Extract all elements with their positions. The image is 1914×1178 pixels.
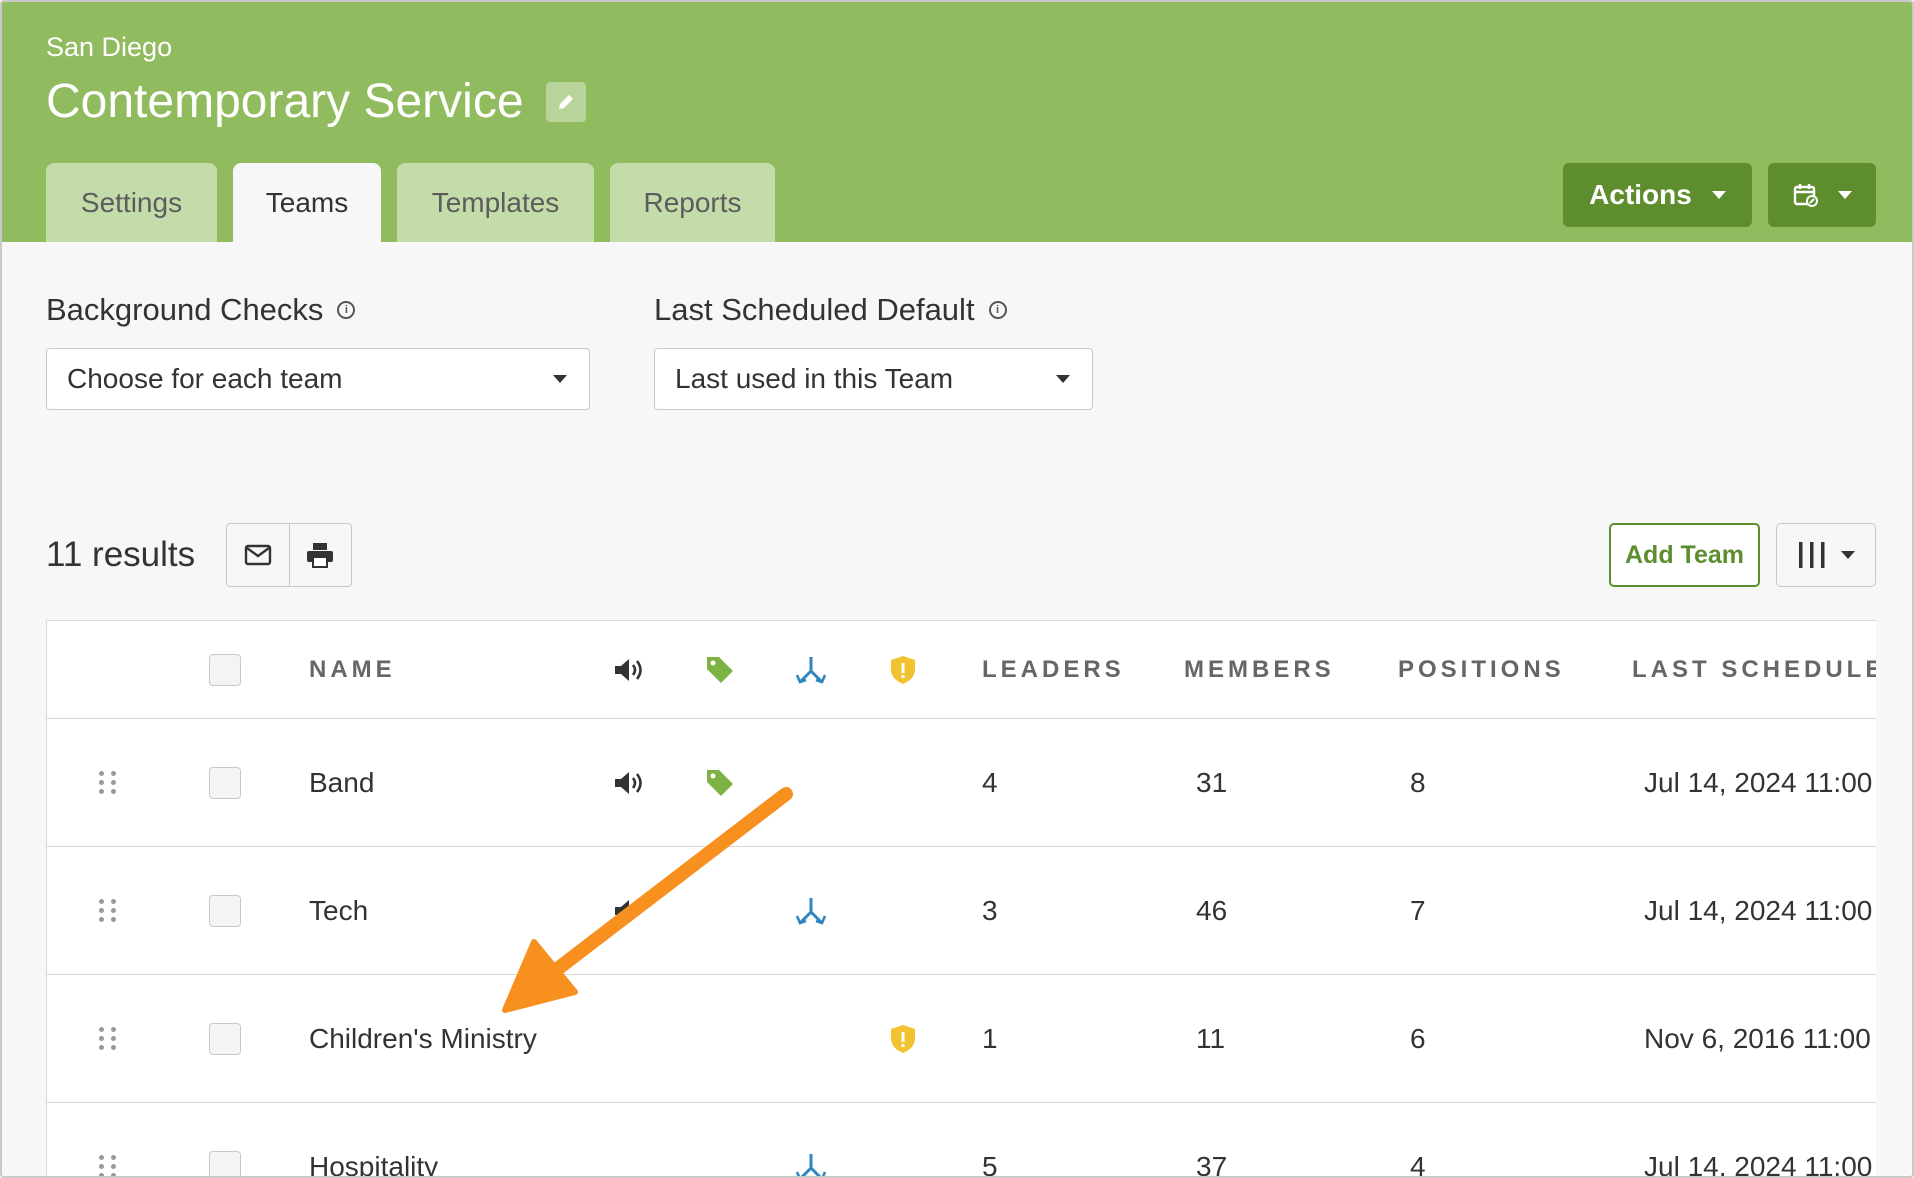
envelope-icon	[244, 544, 271, 566]
team-name[interactable]: Children's Ministry	[309, 975, 537, 1102]
row-checkbox[interactable]	[209, 1150, 241, 1176]
tab-settings-label: Settings	[80, 186, 183, 218]
positions-count: 7	[1410, 894, 1426, 926]
background-checks-label: Background Checks i	[46, 292, 356, 328]
last-scheduled-default-select[interactable]: Last used in this Team	[654, 348, 1093, 410]
last-scheduled-default-label-text: Last Scheduled Default	[654, 292, 975, 327]
tab-settings[interactable]: Settings	[46, 163, 217, 242]
column-header-members[interactable]: MEMBERS	[1184, 621, 1335, 718]
drag-handle-icon[interactable]	[99, 771, 117, 794]
chevron-down-icon	[1838, 191, 1852, 199]
actions-label: Actions	[1589, 179, 1692, 210]
column-header-positions[interactable]: POSITIONS	[1398, 621, 1565, 718]
speaker-icon	[615, 658, 642, 681]
teams-table: NAME LEADERS MEMBERS POSITIONS LAST SCHE…	[46, 620, 1876, 1178]
last-scheduled-default-label: Last Scheduled Default i	[654, 292, 1007, 328]
leaders-count: 1	[982, 1022, 998, 1054]
columns-button[interactable]	[1776, 523, 1876, 587]
tab-reports-label: Reports	[643, 186, 742, 218]
export-button-group	[226, 523, 352, 587]
team-name[interactable]: Band	[309, 719, 374, 846]
email-button[interactable]	[227, 524, 289, 586]
tab-templates[interactable]: Templates	[397, 163, 594, 242]
tab-reports[interactable]: Reports	[610, 163, 775, 242]
table-header-row: NAME LEADERS MEMBERS POSITIONS LAST SCHE…	[47, 621, 1876, 719]
positions-count: 4	[1410, 1150, 1426, 1178]
drag-handle-icon[interactable]	[99, 1027, 117, 1050]
chevron-down-icon	[1711, 191, 1726, 199]
row-checkbox[interactable]	[209, 766, 241, 799]
team-name[interactable]: Tech	[309, 847, 368, 974]
members-count: 46	[1196, 894, 1228, 926]
last-scheduled-date: Jul 14, 2024 11:00	[1644, 766, 1873, 798]
tab-teams[interactable]: Teams	[233, 163, 381, 242]
drag-handle-icon[interactable]	[99, 899, 117, 922]
calendar-menu-button[interactable]	[1768, 163, 1876, 227]
tag-icon	[707, 769, 733, 796]
chevron-down-icon	[553, 375, 567, 383]
print-button[interactable]	[288, 524, 352, 586]
results-count: 11 results	[46, 535, 196, 574]
column-header-name[interactable]: NAME	[309, 621, 396, 718]
last-scheduled-default-value: Last used in this Team	[675, 363, 954, 394]
table-row[interactable]: Band 4 31 8 Jul 14, 2024 11:00	[47, 719, 1876, 847]
shield-icon	[891, 1024, 915, 1053]
tag-icon	[707, 656, 733, 683]
leaders-count: 5	[982, 1150, 998, 1178]
last-scheduled-date: Jul 14, 2024 11:00	[1644, 1150, 1873, 1178]
split-icon	[795, 656, 827, 684]
row-checkbox[interactable]	[209, 1022, 241, 1055]
column-header-last-scheduled[interactable]: LAST SCHEDULE	[1632, 621, 1876, 718]
row-checkbox[interactable]	[209, 894, 241, 927]
table-row[interactable]: Children's Ministry 1 11 6 Nov 6, 2016 1…	[47, 975, 1876, 1103]
page-title: Contemporary Service	[46, 75, 524, 128]
members-count: 37	[1196, 1150, 1228, 1178]
members-count: 31	[1196, 766, 1228, 798]
campus-name: San Diego	[46, 32, 173, 62]
app-frame: San Diego Contemporary Service Settings …	[0, 0, 1914, 1178]
leaders-count: 3	[982, 894, 998, 926]
members-count: 11	[1196, 1022, 1226, 1054]
leaders-count: 4	[982, 766, 998, 798]
info-icon[interactable]: i	[988, 301, 1007, 319]
edit-title-button[interactable]	[546, 82, 586, 122]
background-checks-value: Choose for each team	[67, 363, 343, 394]
team-name[interactable]: Hospitality	[309, 1103, 438, 1177]
calendar-link-icon	[1793, 184, 1818, 207]
drag-handle-icon[interactable]	[99, 1155, 117, 1176]
columns-icon	[1799, 542, 1825, 568]
info-icon[interactable]: i	[337, 301, 356, 319]
speaker-icon	[615, 899, 637, 922]
table-row[interactable]: Tech 3 46 7 Jul 14, 2024 11:00	[47, 847, 1876, 975]
chevron-down-icon	[1056, 375, 1070, 383]
page-header: San Diego Contemporary Service Settings …	[2, 2, 1912, 242]
split-icon	[795, 1153, 827, 1176]
select-all-checkbox[interactable]	[209, 653, 241, 686]
printer-icon	[307, 543, 334, 568]
background-checks-label-text: Background Checks	[46, 292, 324, 327]
background-checks-select[interactable]: Choose for each team	[46, 348, 590, 410]
positions-count: 8	[1410, 766, 1426, 798]
table-row[interactable]: Hospitality 5 37 4 Jul 14, 2024 11:00	[47, 1103, 1876, 1178]
tab-templates-label: Templates	[431, 186, 560, 218]
add-team-button[interactable]: Add Team	[1609, 523, 1760, 587]
speaker-icon	[615, 771, 642, 794]
column-header-leaders[interactable]: LEADERS	[982, 621, 1125, 718]
shield-icon	[891, 655, 915, 684]
chevron-down-icon	[1841, 551, 1855, 559]
pencil-icon	[559, 95, 573, 109]
positions-count: 6	[1410, 1022, 1426, 1054]
last-scheduled-date: Nov 6, 2016 11:00	[1644, 1022, 1871, 1054]
split-icon	[795, 897, 827, 925]
actions-button[interactable]: Actions	[1563, 163, 1752, 227]
last-scheduled-date: Jul 14, 2024 11:00	[1644, 894, 1873, 926]
tab-teams-label: Teams	[265, 186, 349, 218]
